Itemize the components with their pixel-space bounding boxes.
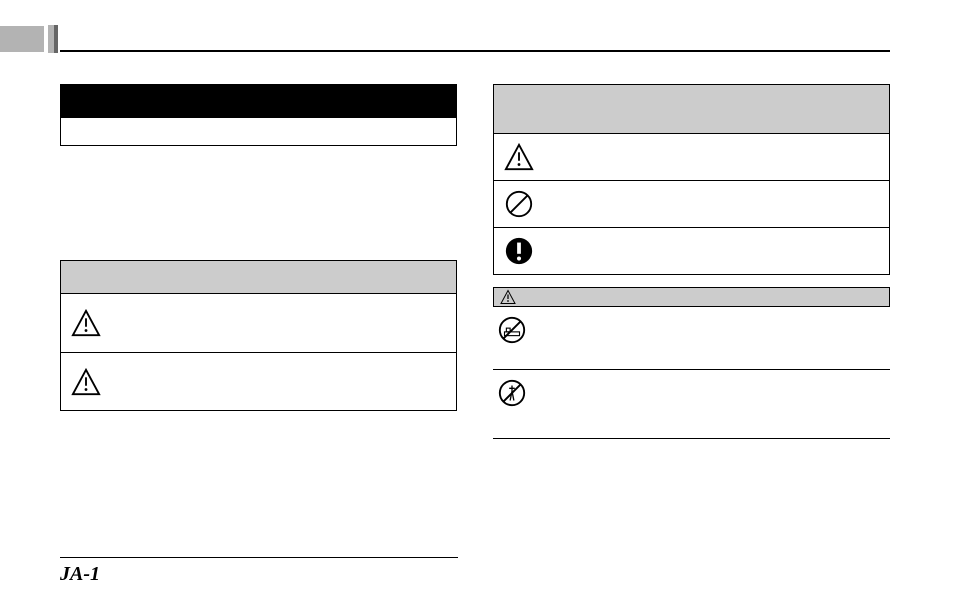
prohibit-circle-icon <box>504 189 534 219</box>
top-rule <box>60 50 890 52</box>
section-subtitle-box <box>60 118 457 146</box>
safety-table-header-left <box>60 260 457 294</box>
safety-table-header-right <box>493 84 890 134</box>
section-title-black <box>60 84 457 118</box>
warning-triangle-icon <box>500 289 516 305</box>
safety-row <box>494 227 889 274</box>
bottom-rule <box>60 557 458 558</box>
safety-table-left <box>60 294 457 411</box>
no-disassemble-icon <box>497 378 527 408</box>
page-content <box>60 84 890 439</box>
safety-row <box>61 352 456 410</box>
instruction-row <box>493 370 890 438</box>
page-tab-inner2 <box>54 25 58 53</box>
no-wet-hands-icon <box>497 315 527 345</box>
divider <box>493 438 890 439</box>
safety-row <box>494 180 889 227</box>
right-column <box>493 84 890 439</box>
warning-triangle-icon <box>71 367 101 397</box>
warning-header-small <box>493 287 890 307</box>
safety-row <box>494 134 889 180</box>
page-number: JA-1 <box>60 563 100 586</box>
safety-table-right <box>493 134 890 275</box>
warning-triangle-icon <box>504 142 534 172</box>
safety-row <box>61 294 456 352</box>
instruction-row <box>493 307 890 369</box>
mandatory-circle-icon <box>504 236 534 266</box>
left-column <box>60 84 457 439</box>
warning-triangle-icon <box>71 308 101 338</box>
page-tab <box>0 26 44 52</box>
